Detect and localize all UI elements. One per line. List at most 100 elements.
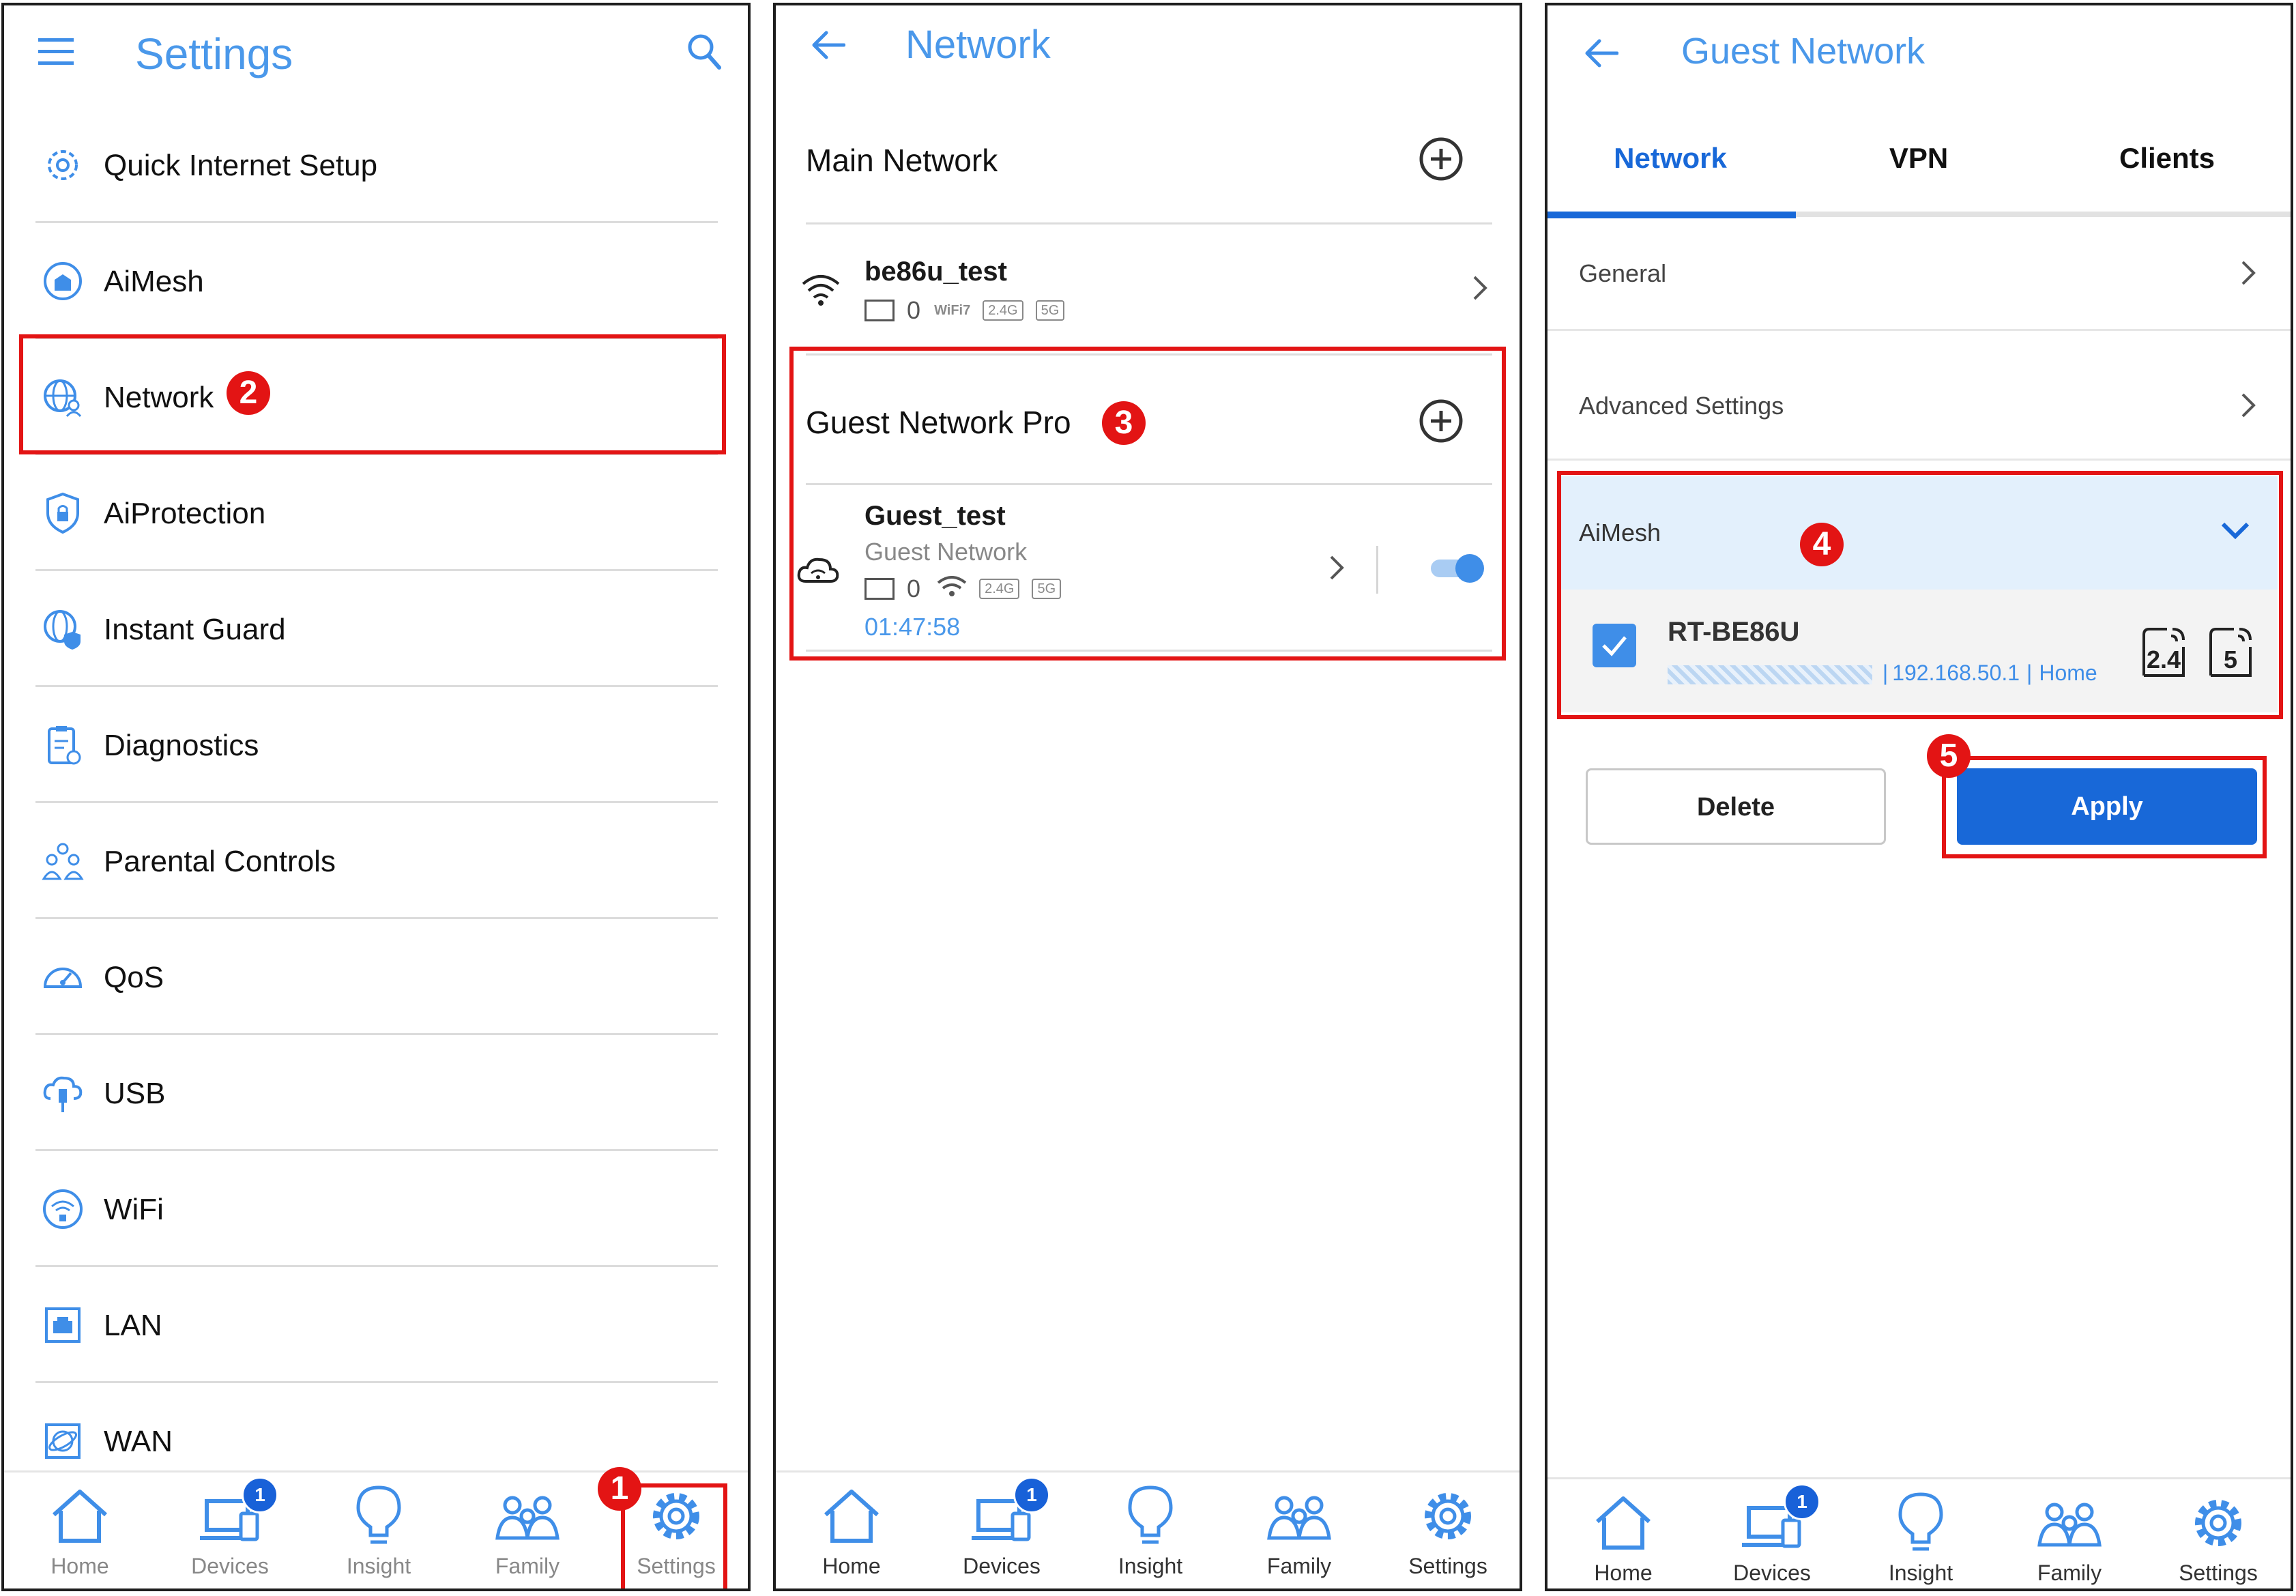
gear-sparkle-icon	[41, 143, 85, 187]
nav-label: Devices	[1733, 1561, 1811, 1585]
divider	[35, 917, 718, 919]
nav-home[interactable]: Home	[780, 1472, 923, 1588]
delete-button[interactable]: Delete	[1586, 768, 1886, 845]
devices-count-badge: 1	[1013, 1477, 1050, 1513]
family-icon	[493, 1482, 562, 1550]
nav-label: Home	[1594, 1561, 1653, 1585]
nav-insight[interactable]: Insight	[1849, 1479, 1992, 1588]
main-client-count: 0	[907, 296, 921, 325]
band-5-tag: 5G	[1035, 300, 1065, 321]
settings-item-lan[interactable]: LAN	[35, 1268, 718, 1384]
add-main-network-icon[interactable]	[1417, 135, 1465, 183]
family-icon	[41, 839, 85, 883]
main-network-meta: 0 WiFi7 2.4G 5G	[864, 295, 1065, 325]
apply-button[interactable]: Apply	[1957, 768, 2257, 845]
nav-settings[interactable]: Settings	[2147, 1479, 2290, 1588]
settings-item-aiprotection[interactable]: AiProtection	[35, 456, 718, 572]
network-panel: Network Main Network be86u_test 0 WiFi7 …	[773, 3, 1522, 1591]
settings-item-label: WAN	[104, 1425, 173, 1458]
back-arrow-icon[interactable]	[810, 30, 845, 60]
devices-count-badge: 1	[1784, 1483, 1820, 1520]
chevron-right-icon	[1472, 274, 1488, 302]
nav-devices[interactable]: 1 Devices	[158, 1472, 302, 1588]
nav-home[interactable]: Home	[1552, 1479, 1695, 1588]
shield-lock-icon	[41, 491, 85, 535]
gear-icon	[1414, 1482, 1482, 1550]
settings-item-label: WiFi	[104, 1193, 164, 1226]
settings-item-label: QoS	[104, 961, 164, 994]
bottom-nav: Home 1 Devices Insight Family Settings	[1547, 1477, 2291, 1588]
advanced-settings-label: Advanced Settings	[1579, 392, 1784, 420]
clipboard-icon	[41, 723, 85, 767]
guest-network-panel: Guest Network Network VPN Clients Genera…	[1545, 3, 2293, 1591]
band-24-tag: 2.4G	[983, 300, 1023, 321]
nav-settings[interactable]: Settings	[1376, 1472, 1520, 1588]
settings-item-quick-internet-setup[interactable]: Quick Internet Setup	[35, 108, 718, 224]
home-icon	[1589, 1489, 1657, 1557]
usb-cloud-icon	[41, 1071, 85, 1115]
nav-label: Home	[822, 1554, 881, 1578]
divider	[35, 1265, 718, 1267]
step-3-badge: 3	[1102, 401, 1146, 445]
nav-label: Family	[495, 1554, 560, 1578]
nav-label: Insight	[346, 1554, 411, 1578]
globe-shield-icon	[41, 607, 85, 651]
nav-label: Devices	[191, 1554, 269, 1578]
nav-family[interactable]: Family	[1998, 1479, 2141, 1588]
nav-devices[interactable]: 1 Devices	[930, 1472, 1073, 1588]
settings-item-parental-controls[interactable]: Parental Controls	[35, 804, 718, 920]
tab-network[interactable]: Network	[1547, 142, 1793, 175]
tab-clients[interactable]: Clients	[2044, 142, 2290, 175]
settings-item-aimesh[interactable]: AiMesh	[35, 224, 718, 340]
step-4-highlight	[1557, 471, 2283, 719]
general-row[interactable]: General	[1547, 221, 2291, 330]
home-icon	[46, 1482, 114, 1550]
devices-count-badge: 1	[242, 1477, 278, 1513]
bottom-nav: Home 1 Devices Insight Family Settings	[776, 1470, 1520, 1588]
nav-label: Settings	[1408, 1554, 1487, 1578]
gear-icon	[2184, 1489, 2252, 1557]
settings-panel: Settings Quick Internet Setup AiMesh Net…	[1, 3, 751, 1591]
nav-label: Family	[1266, 1554, 1332, 1578]
search-icon[interactable]	[686, 33, 722, 71]
settings-item-wifi[interactable]: WiFi	[35, 1152, 718, 1268]
home-icon	[817, 1482, 886, 1550]
settings-item-label: AiMesh	[104, 265, 204, 298]
chevron-right-icon	[2240, 259, 2256, 287]
page-title: Guest Network	[1681, 31, 1926, 72]
nav-family[interactable]: Family	[456, 1472, 599, 1588]
nav-label: Family	[2037, 1561, 2102, 1585]
settings-item-diagnostics[interactable]: Diagnostics	[35, 688, 718, 804]
tab-vpn[interactable]: VPN	[1796, 142, 2041, 175]
divider	[35, 221, 718, 223]
nav-label: Settings	[2179, 1561, 2258, 1585]
lightbulb-icon	[345, 1482, 413, 1550]
settings-item-instant-guard[interactable]: Instant Guard	[35, 572, 718, 688]
nav-insight[interactable]: Insight	[1079, 1472, 1222, 1588]
nav-home[interactable]: Home	[8, 1472, 151, 1588]
page-title: Network	[905, 23, 1051, 67]
nav-label: Home	[50, 1554, 109, 1578]
nav-insight[interactable]: Insight	[307, 1472, 450, 1588]
back-arrow-icon[interactable]	[1583, 38, 1618, 68]
tab-indicator	[1547, 212, 1796, 218]
main-network-row[interactable]: be86u_test 0 WiFi7 2.4G 5G	[776, 231, 1520, 340]
advanced-settings-row[interactable]: Advanced Settings	[1547, 332, 2291, 459]
family-icon	[1265, 1482, 1333, 1550]
settings-item-qos[interactable]: QoS	[35, 920, 718, 1036]
main-network-heading: Main Network	[806, 143, 998, 178]
step-4-badge: 4	[1800, 523, 1844, 566]
wan-globe-icon	[41, 1419, 85, 1463]
lan-port-icon	[41, 1303, 85, 1347]
aimesh-icon	[41, 259, 85, 303]
divider	[35, 569, 718, 571]
speedometer-icon	[41, 955, 85, 999]
nav-family[interactable]: Family	[1227, 1472, 1371, 1588]
hamburger-menu-icon[interactable]	[37, 37, 75, 67]
general-label: General	[1579, 259, 1667, 287]
nav-devices[interactable]: 1 Devices	[1700, 1479, 1844, 1588]
settings-item-label: Quick Internet Setup	[104, 149, 378, 182]
settings-item-label: AiProtection	[104, 497, 266, 530]
settings-item-usb[interactable]: USB	[35, 1036, 718, 1152]
settings-item-label: Diagnostics	[104, 729, 259, 762]
